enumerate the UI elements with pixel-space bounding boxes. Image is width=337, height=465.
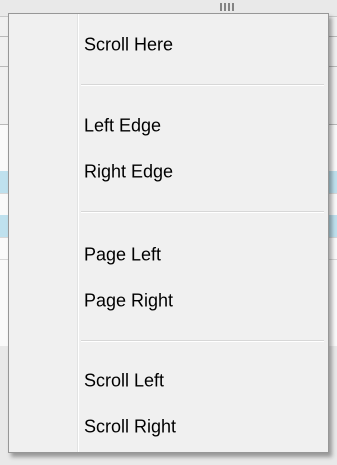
menu-separator	[81, 340, 324, 342]
menu-item-right-edge[interactable]: Right Edge	[11, 153, 326, 191]
scrollbar-context-menu: Scroll Here Left Edge Right Edge Page Le…	[8, 13, 329, 453]
menu-item-scroll-here[interactable]: Scroll Here	[11, 26, 326, 64]
menu-item-label: Right Edge	[84, 161, 174, 182]
menu-item-label: Left Edge	[84, 115, 162, 136]
menu-item-scroll-right[interactable]: Scroll Right	[11, 408, 326, 446]
menu-separator	[81, 211, 324, 213]
menu-item-page-left[interactable]: Page Left	[11, 236, 326, 274]
scrollbar-grip-icon[interactable]	[220, 3, 234, 11]
menu-item-label: Page Right	[84, 290, 174, 311]
menu-item-label: Scroll Right	[84, 416, 177, 437]
menu-item-left-edge[interactable]: Left Edge	[11, 107, 326, 145]
menu-item-label: Scroll Left	[84, 370, 165, 391]
menu-item-label: Scroll Here	[84, 34, 174, 55]
menu-separator	[81, 84, 324, 86]
menu-item-page-right[interactable]: Page Right	[11, 282, 326, 320]
menu-item-label: Page Left	[84, 244, 162, 265]
menu-item-scroll-left[interactable]: Scroll Left	[11, 362, 326, 400]
